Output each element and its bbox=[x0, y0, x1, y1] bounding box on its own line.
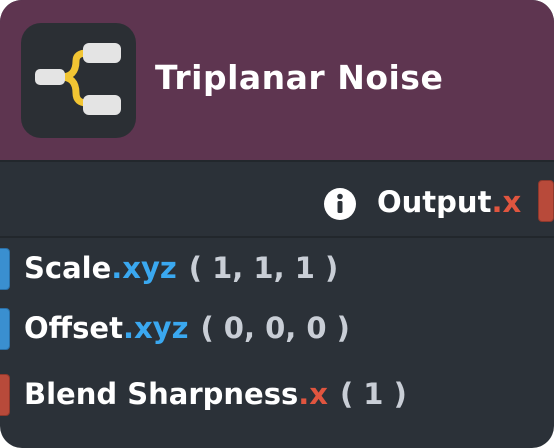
header-divider bbox=[0, 160, 554, 162]
offset-default-value[interactable]: ( 0, 0, 0 ) bbox=[200, 311, 349, 345]
scale-input-port[interactable] bbox=[0, 248, 10, 290]
scale-label: Scale.xyz ( 1, 1, 1 ) bbox=[24, 251, 338, 285]
scale-default-value[interactable]: ( 1, 1, 1 ) bbox=[189, 251, 338, 285]
output-port[interactable] bbox=[538, 180, 554, 222]
input-row-offset: Offset.xyz ( 0, 0, 0 ) bbox=[0, 298, 554, 358]
output-row: Output.x bbox=[0, 172, 554, 232]
input-row-blend-sharpness: Blend Sharpness.x ( 1 ) bbox=[0, 364, 554, 424]
offset-swizzle: .xyz bbox=[122, 311, 189, 345]
offset-name: Offset bbox=[24, 311, 123, 345]
output-label: Output.x bbox=[377, 185, 521, 219]
blend-sharpness-default-value[interactable]: ( 1 ) bbox=[340, 377, 407, 411]
output-swizzle: .x bbox=[491, 185, 522, 219]
node-header[interactable]: Triplanar Noise bbox=[0, 0, 554, 160]
input-row-scale: Scale.xyz ( 1, 1, 1 ) bbox=[0, 238, 554, 298]
scale-swizzle: .xyz bbox=[111, 251, 177, 285]
scale-name: Scale bbox=[24, 251, 112, 285]
branch-node-icon bbox=[21, 23, 136, 138]
blend-sharpness-label: Blend Sharpness.x ( 1 ) bbox=[24, 377, 407, 411]
node-title: Triplanar Noise bbox=[155, 58, 444, 97]
blend-sharpness-input-port[interactable] bbox=[0, 374, 10, 416]
info-icon[interactable] bbox=[323, 187, 357, 221]
triplanar-noise-node[interactable]: Triplanar Noise Output.x Scale.xyz( 1, 1… bbox=[0, 0, 554, 448]
output-name: Output bbox=[377, 185, 492, 219]
blend-sharpness-swizzle: .x bbox=[298, 377, 328, 411]
blend-sharpness-name: Blend Sharpness bbox=[24, 377, 299, 411]
offset-label: Offset.xyz ( 0, 0, 0 ) bbox=[24, 311, 350, 345]
offset-input-port[interactable] bbox=[0, 308, 10, 350]
